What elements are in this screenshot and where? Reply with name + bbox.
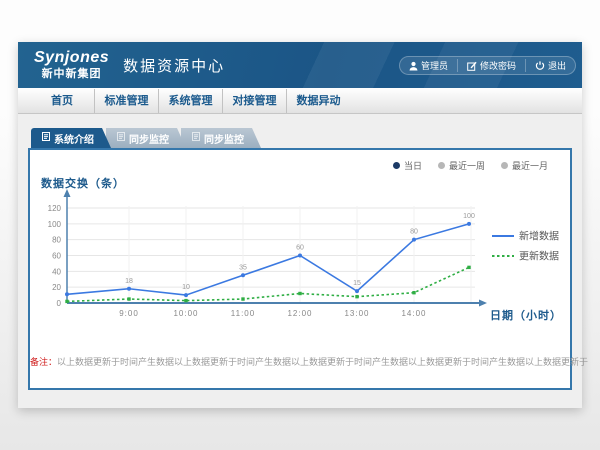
nav-item-3[interactable]: 系统管理 [158, 89, 222, 113]
chart-panel: 当日最近一周最近一月 数据交换（条） 日期（小时） 02040608010012… [28, 148, 572, 390]
app-window: Synjones 新中新集团 数据资源中心 管理员修改密码退出 首页标准管理系统… [18, 42, 582, 408]
tab-2[interactable]: 同步监控 [106, 128, 186, 148]
radio-label: 最近一周 [449, 159, 485, 172]
tab-label: 同步监控 [129, 131, 169, 146]
legend-item-2[interactable]: 更新数据 [492, 250, 559, 263]
tab-label: 同步监控 [204, 131, 244, 146]
user-account-button[interactable]: 管理员 [400, 59, 457, 72]
svg-text:60: 60 [296, 245, 304, 252]
line-chart: 0 20 40 60 80 100 120 9:00 10:00 11:00 12:00 13:00 1… [30, 150, 570, 388]
svg-text:14:00: 14:00 [401, 309, 426, 318]
svg-text:9:00: 9:00 [119, 309, 139, 318]
radio-label: 最近一月 [512, 159, 548, 172]
svg-text:100: 100 [463, 213, 475, 220]
svg-text:20: 20 [52, 283, 61, 292]
radio-label: 当日 [404, 159, 422, 172]
change-password-button[interactable]: 修改密码 [457, 59, 525, 72]
svg-text:120: 120 [48, 204, 62, 213]
user-menu-label: 退出 [548, 59, 566, 72]
logo-company-name: 新中新集团 [34, 69, 109, 80]
footnote-text: 以上数据更新于时间产生数据以上数据更新于时间产生数据以上数据更新于时间产生数据以… [57, 357, 588, 367]
axis-tick-labels: 0 20 40 60 80 100 120 9:00 10:00 11:00 12:00 13:00 1… [48, 204, 427, 318]
svg-text:10: 10 [182, 284, 190, 291]
svg-text:60: 60 [52, 252, 61, 261]
document-icon [117, 132, 125, 144]
svg-text:更新数据: 更新数据 [519, 250, 559, 263]
svg-text:18: 18 [125, 278, 133, 285]
legend-item-1[interactable]: 新增数据 [492, 230, 559, 243]
svg-text:12:00: 12:00 [287, 309, 312, 318]
document-icon [42, 132, 50, 144]
time-range-filter: 当日 最近一周 最近一月 [393, 159, 548, 172]
tab-bar: 系统介绍 同步监控 同步监控 [31, 128, 261, 148]
svg-text:新增数据: 新增数据 [519, 230, 559, 243]
radio-dot [393, 162, 400, 169]
tab-3[interactable]: 同步监控 [181, 128, 261, 148]
svg-text:13:00: 13:00 [344, 309, 369, 318]
nav-item-1[interactable]: 首页 [30, 89, 94, 113]
company-logo[interactable]: Synjones 新中新集团 [34, 50, 109, 80]
svg-text:80: 80 [52, 236, 61, 245]
nav-item-2[interactable]: 标准管理 [94, 89, 158, 113]
tab-label: 系统介绍 [54, 131, 94, 146]
radio-option-2[interactable]: 最近一周 [438, 159, 485, 172]
edit-icon [467, 61, 477, 71]
svg-text:11:00: 11:00 [231, 309, 255, 318]
app-header: Synjones 新中新集团 数据资源中心 管理员 修改密码 退出 [18, 42, 582, 88]
radio-dot [501, 162, 508, 169]
user-menu-label: 修改密码 [480, 59, 516, 72]
logo-brand-text: Synjones [34, 50, 109, 66]
user-icon [409, 61, 418, 71]
user-menu-label: 管理员 [421, 59, 448, 72]
radio-option-1[interactable]: 当日 [393, 159, 422, 172]
nav-item-4[interactable]: 对接管理 [222, 89, 286, 113]
footnote-prefix: 备注： [30, 357, 57, 367]
svg-text:10:00: 10:00 [173, 309, 198, 318]
page-title: 数据资源中心 [123, 55, 225, 76]
main-nav: 首页标准管理系统管理对接管理数据异动 [18, 88, 582, 114]
nav-item-5[interactable]: 数据异动 [286, 89, 350, 113]
svg-text:80: 80 [410, 229, 418, 236]
document-icon [192, 132, 200, 144]
svg-text:0: 0 [57, 299, 62, 308]
series-新增数据: 18 10 35 60 15 80 100 [65, 213, 475, 297]
footnote: 备注：以上数据更新于时间产生数据以上数据更新于时间产生数据以上数据更新于时间产生… [30, 355, 570, 368]
radio-dot [438, 162, 445, 169]
radio-option-3[interactable]: 最近一月 [501, 159, 548, 172]
tab-1[interactable]: 系统介绍 [31, 128, 111, 148]
svg-text:15: 15 [353, 280, 361, 287]
logout-icon [535, 61, 545, 71]
svg-text:35: 35 [239, 264, 247, 271]
logout-button[interactable]: 退出 [525, 59, 575, 72]
svg-text:40: 40 [52, 267, 61, 276]
svg-text:100: 100 [48, 220, 62, 229]
content-area: 系统介绍同步监控同步监控 当日最近一周最近一月 数据交换（条） 日期（小时） 0… [18, 114, 582, 408]
user-menu: 管理员 修改密码 退出 [399, 56, 576, 75]
